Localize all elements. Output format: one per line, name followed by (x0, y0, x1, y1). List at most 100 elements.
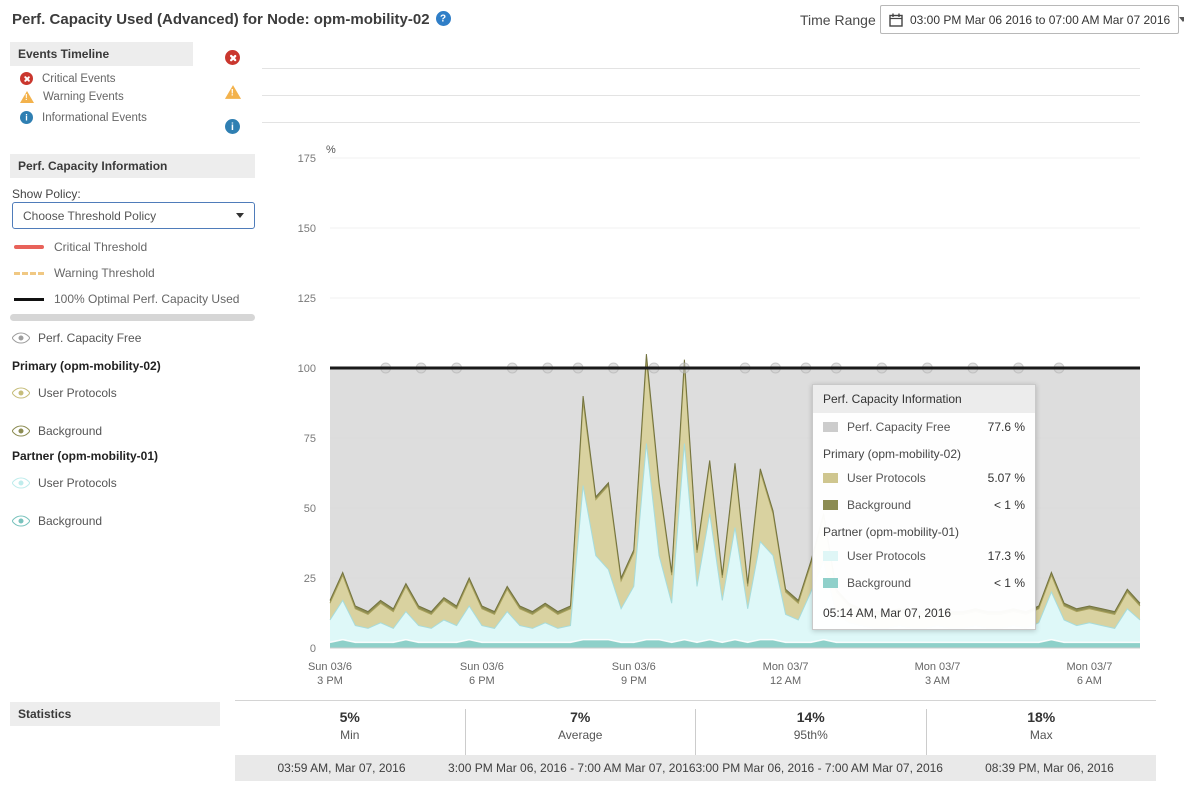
svg-text:Sun 03/6: Sun 03/6 (612, 661, 656, 673)
svg-text:Mon 03/7: Mon 03/7 (915, 661, 961, 673)
stat-detail: 08:39 PM, Mar 06, 2016 (943, 761, 1156, 775)
events-timeline-header: Events Timeline (10, 42, 193, 66)
tooltip-row-partner-background: Background < 1 % (813, 569, 1035, 596)
tooltip-primary-group: Primary (opm-mobility-02) (813, 440, 1035, 464)
toggle-label: Perf. Capacity Free (38, 331, 141, 345)
svg-text:9 PM: 9 PM (621, 675, 647, 687)
perf-capacity-info-header: Perf. Capacity Information (10, 154, 255, 178)
tooltip-row-label: Background (847, 498, 911, 512)
svg-text:25: 25 (304, 573, 316, 585)
stat-average: 7% Average (465, 709, 696, 755)
stat-label: 95th% (696, 728, 926, 742)
toggle-perf-capacity-free[interactable]: Perf. Capacity Free (14, 331, 141, 345)
info-events-icon (20, 111, 33, 124)
eye-icon (11, 328, 31, 348)
svg-text:75: 75 (304, 433, 316, 445)
threshold-label: Warning Threshold (54, 266, 155, 280)
tooltip-row-label: User Protocols (847, 549, 926, 563)
toggle-label: User Protocols (38, 476, 117, 490)
svg-text:Sun 03/6: Sun 03/6 (308, 661, 352, 673)
info-lane-icon[interactable] (225, 119, 240, 134)
eye-icon (11, 421, 31, 441)
partner-user-swatch-icon (823, 551, 838, 561)
statistics-detail-row: 03:59 AM, Mar 07, 2016 3:00 PM Mar 06, 2… (235, 755, 1156, 781)
tooltip-row-value: < 1 % (994, 576, 1025, 590)
legend-label: Warning Events (43, 91, 124, 103)
svg-text:3 PM: 3 PM (317, 675, 343, 687)
legend-scrollbar[interactable] (10, 314, 255, 321)
threshold-policy-select[interactable]: Choose Threshold Policy (12, 202, 255, 229)
toggle-partner-background[interactable]: Background (14, 514, 102, 528)
svg-text:6 AM: 6 AM (1077, 675, 1102, 687)
chart-tooltip: Perf. Capacity Information Perf. Capacit… (812, 384, 1036, 630)
tooltip-row-primary-user: User Protocols 5.07 % (813, 464, 1035, 491)
legend-warning-events: Warning Events (20, 91, 124, 103)
statistics-values-row: 5% Min 7% Average 14% 95th% 18% Max (235, 701, 1156, 755)
warning-events-lane (262, 95, 1140, 96)
eye-icon (11, 473, 31, 493)
stat-max: 18% Max (926, 709, 1157, 755)
tooltip-timestamp: 05:14 AM, Mar 07, 2016 (813, 596, 1035, 629)
show-policy-label: Show Policy: (12, 187, 81, 201)
critical-lane-icon[interactable] (225, 50, 240, 65)
statistics-table: 5% Min 7% Average 14% 95th% 18% Max 03:5… (235, 700, 1156, 781)
time-range-picker[interactable]: 03:00 PM Mar 06 2016 to 07:00 AM Mar 07 … (880, 5, 1179, 34)
legend-label: Informational Events (42, 112, 147, 124)
time-range-value: 03:00 PM Mar 06 2016 to 07:00 AM Mar 07 … (910, 13, 1170, 27)
toggle-label: User Protocols (38, 386, 117, 400)
warning-events-icon (20, 91, 34, 103)
tooltip-title: Perf. Capacity Information (813, 385, 1035, 413)
tooltip-row-partner-user: User Protocols 17.3 % (813, 542, 1035, 569)
tooltip-row-label: User Protocols (847, 471, 926, 485)
svg-text:%: % (326, 144, 336, 156)
stat-value: 7% (466, 709, 696, 725)
legend-critical-threshold: Critical Threshold (14, 240, 147, 254)
partner-background-swatch-icon (823, 578, 838, 588)
tooltip-partner-group: Partner (opm-mobility-01) (813, 518, 1035, 542)
stat-min: 5% Min (235, 709, 465, 755)
page-title: Perf. Capacity Used (Advanced) for Node:… (12, 11, 451, 28)
toggle-label: Background (38, 424, 102, 438)
svg-text:Mon 03/7: Mon 03/7 (763, 661, 809, 673)
legend-informational-events: Informational Events (20, 111, 147, 124)
svg-text:150: 150 (298, 223, 316, 235)
legend-optimal-threshold: 100% Optimal Perf. Capacity Used (14, 292, 239, 306)
stat-detail: 3:00 PM Mar 06, 2016 - 7:00 AM Mar 07, 2… (448, 761, 695, 775)
svg-text:12 AM: 12 AM (770, 675, 801, 687)
tooltip-row-value: 17.3 % (988, 549, 1025, 563)
toggle-partner-user-protocols[interactable]: User Protocols (14, 476, 117, 490)
stat-detail: 3:00 PM Mar 06, 2016 - 7:00 AM Mar 07, 2… (696, 761, 943, 775)
tooltip-row-label: Background (847, 576, 911, 590)
chevron-down-icon (236, 213, 244, 218)
toggle-primary-user-protocols[interactable]: User Protocols (14, 386, 117, 400)
legend-warning-threshold: Warning Threshold (14, 266, 155, 280)
threshold-label: Critical Threshold (54, 240, 147, 254)
partner-group-label: Partner (opm-mobility-01) (12, 449, 158, 463)
tooltip-row-primary-background: Background < 1 % (813, 491, 1035, 518)
stat-detail: 03:59 AM, Mar 07, 2016 (235, 761, 448, 775)
eye-icon (11, 383, 31, 403)
svg-text:Mon 03/7: Mon 03/7 (1066, 661, 1112, 673)
critical-events-icon (20, 72, 33, 85)
tooltip-row-label: Perf. Capacity Free (847, 420, 950, 434)
svg-text:6 PM: 6 PM (469, 675, 495, 687)
tooltip-row-value: 77.6 % (988, 420, 1025, 434)
stat-label: Average (466, 728, 696, 742)
eye-icon (11, 511, 31, 531)
stat-value: 5% (235, 709, 465, 725)
toggle-primary-background[interactable]: Background (14, 424, 102, 438)
svg-text:3 AM: 3 AM (925, 675, 950, 687)
tooltip-row-value: 5.07 % (988, 471, 1025, 485)
svg-text:100: 100 (298, 363, 316, 375)
calendar-icon (889, 13, 903, 27)
primary-group-label: Primary (opm-mobility-02) (12, 359, 161, 373)
perf-capacity-page: Perf. Capacity Used (Advanced) for Node:… (0, 0, 1184, 787)
warning-lane-icon[interactable] (225, 85, 241, 99)
stat-value: 18% (927, 709, 1157, 725)
svg-text:Sun 03/6: Sun 03/6 (460, 661, 504, 673)
threshold-policy-value: Choose Threshold Policy (23, 209, 156, 223)
svg-text:50: 50 (304, 503, 316, 515)
legend-label: Critical Events (42, 73, 116, 85)
legend-critical-events: Critical Events (20, 72, 116, 85)
help-icon[interactable] (436, 11, 451, 26)
